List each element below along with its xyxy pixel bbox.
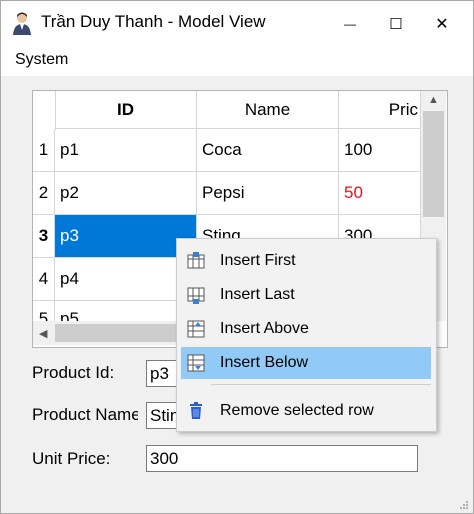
row-header[interactable]: 2 <box>33 172 55 215</box>
menu-item-label: Insert First <box>220 252 296 269</box>
maximize-icon: ☐ <box>389 15 403 33</box>
table-corner[interactable] <box>33 91 56 130</box>
window-title: Trần Duy Thanh - Model View <box>41 12 266 31</box>
app-avatar-icon <box>13 12 31 35</box>
column-header-id[interactable]: ID <box>55 91 197 129</box>
title-bar[interactable]: Trần Duy Thanh - Model View — ☐ ✕ <box>1 1 473 46</box>
menu-item-insert-below[interactable]: Insert Below <box>181 347 431 379</box>
table-cell-name[interactable]: Coca <box>197 129 339 172</box>
column-header-name[interactable]: Name <box>197 91 339 129</box>
menu-item-label: Remove selected row <box>220 402 374 419</box>
insert-above-icon <box>186 319 206 339</box>
menu-item-label: Insert Above <box>220 320 309 337</box>
insert-first-icon <box>186 251 206 271</box>
maximize-button[interactable]: ☐ <box>373 1 419 46</box>
vertical-scroll-thumb[interactable] <box>423 111 444 217</box>
table-cell-id[interactable]: p2 <box>55 172 197 215</box>
product-id-label: Product Id: <box>32 363 115 382</box>
trash-icon <box>186 401 206 421</box>
scroll-up-icon[interactable]: ▲ <box>428 94 439 106</box>
main-window: Trần Duy Thanh - Model View — ☐ ✕ System… <box>0 0 474 514</box>
table-cell-price[interactable]: 100 <box>339 129 421 172</box>
menu-bar: System <box>1 46 473 76</box>
menu-system[interactable]: System <box>15 51 68 69</box>
column-header-price[interactable]: Pric <box>339 91 421 129</box>
menu-separator <box>211 384 431 385</box>
menu-item-label: Insert Below <box>220 354 309 371</box>
row-header[interactable]: 4 <box>33 258 55 301</box>
menu-item-insert-above[interactable]: Insert Above <box>181 313 431 345</box>
row-header[interactable]: 1 <box>33 129 55 172</box>
insert-last-icon <box>186 285 206 305</box>
menu-item-remove-selected-row[interactable]: Remove selected row <box>181 395 431 427</box>
minimize-button[interactable]: — <box>327 1 373 46</box>
table-cell-price[interactable]: 50 <box>339 172 421 215</box>
menu-item-insert-first[interactable]: Insert First <box>181 245 431 277</box>
minimize-icon: — <box>344 16 356 31</box>
insert-below-icon <box>186 353 206 373</box>
row-header[interactable]: 3 <box>33 215 55 258</box>
unit-price-field[interactable]: 300 <box>146 445 418 472</box>
resize-grip-icon[interactable] <box>459 500 469 510</box>
menu-item-label: Insert Last <box>220 286 295 303</box>
context-menu: Insert First Insert Last Insert Above In… <box>176 238 437 432</box>
close-icon: ✕ <box>435 15 449 33</box>
product-name-label: Product Name <box>32 405 138 424</box>
menu-item-insert-last[interactable]: Insert Last <box>181 279 431 311</box>
unit-price-label: Unit Price: <box>32 449 111 468</box>
scroll-left-icon[interactable]: ◀ <box>39 327 47 340</box>
table-cell-name[interactable]: Pepsi <box>197 172 339 215</box>
close-button[interactable]: ✕ <box>419 1 465 46</box>
table-cell-id[interactable]: p1 <box>55 129 197 172</box>
